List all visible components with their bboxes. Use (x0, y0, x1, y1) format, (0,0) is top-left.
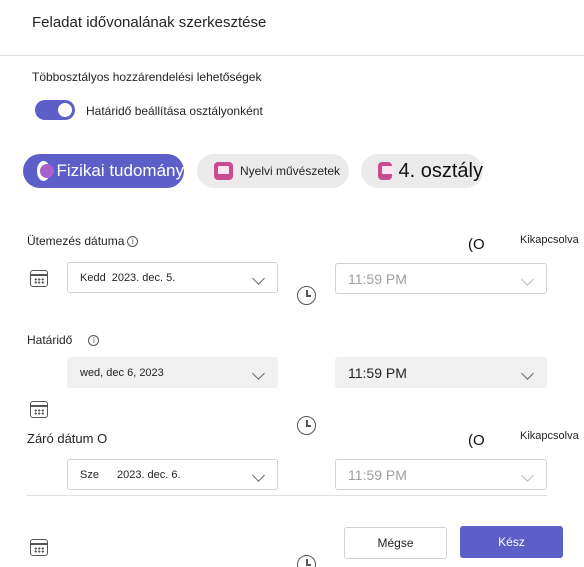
done-button[interactable]: Kész (460, 526, 563, 558)
schedule-date-label: Ütemezés dátuma i (27, 234, 139, 248)
multiclass-section-label: Többosztályos hozzárendelési lehetőségek (32, 70, 262, 84)
schedule-off-label: Kikapcsolva (520, 234, 579, 246)
due-date-picker[interactable]: wed, dec 6, 2023 (67, 357, 278, 388)
schedule-time-picker[interactable]: 11:59 PM (335, 263, 547, 294)
chevron-down-icon (252, 272, 265, 285)
close-off-label: Kikapcsolva (520, 430, 579, 442)
due-time-value: 11:59 PM (348, 364, 407, 381)
due-date-value: wed, dec 6, 2023 (80, 366, 164, 379)
schedule-date-picker[interactable]: Kedd 2023. dec. 5. (67, 262, 278, 293)
schedule-date-label-text: Ütemezés dátuma (27, 234, 125, 248)
tab-fizikai-tudomany[interactable]: Fizikai tudomány (23, 154, 184, 188)
tab-nyelvi-muveszetek[interactable]: Nyelvi művészetek (197, 154, 349, 188)
class-icon (37, 161, 55, 181)
close-toggle-mark[interactable]: (O (468, 432, 485, 449)
tab-label: Nyelvi művészetek (240, 164, 341, 178)
chevron-down-icon (252, 367, 265, 380)
clock-icon (297, 286, 316, 305)
calendar-icon (30, 539, 48, 556)
tab-label: Fizikai tudomány (56, 161, 184, 180)
chevron-down-icon (521, 469, 534, 482)
per-class-due-toggle-label: Határidő beállítása osztályonként (86, 104, 263, 118)
close-date-value: 2023. dec. 6. (116, 468, 181, 481)
cancel-button[interactable]: Mégse (344, 527, 447, 559)
close-date-label: Záró dátum O (27, 431, 108, 446)
schedule-date-day: Kedd (80, 271, 106, 284)
due-time-picker[interactable]: 11:59 PM (335, 357, 547, 388)
dialog-title: Feladat idővonalának szerkesztése (32, 14, 267, 31)
due-date-label: Határidő i (27, 333, 100, 347)
schedule-time-value: 11:59 PM (348, 270, 407, 287)
book-icon (378, 162, 393, 180)
clock-icon (297, 416, 316, 435)
due-date-label-text: Határidő (27, 333, 73, 347)
calendar-icon (30, 401, 48, 418)
schedule-date-value: 2023. dec. 5. (111, 271, 176, 284)
footer-divider (26, 495, 547, 496)
toggle-knob (58, 103, 72, 117)
schedule-toggle-mark[interactable]: (O (468, 236, 485, 253)
book-icon (214, 162, 233, 180)
tab-4-osztaly[interactable]: 4. osztály (361, 154, 483, 188)
info-icon[interactable]: i (88, 334, 100, 346)
close-time-value: 11:59 PM (348, 466, 407, 483)
clock-icon (297, 555, 316, 567)
calendar-icon (30, 270, 48, 287)
per-class-due-toggle[interactable] (35, 100, 75, 120)
header-divider (0, 55, 584, 56)
close-date-picker[interactable]: Sze 2023. dec. 6. (67, 459, 278, 490)
tab-label: 4. osztály (398, 159, 483, 182)
info-icon[interactable]: i (127, 235, 139, 247)
chevron-down-icon (521, 367, 534, 380)
close-time-picker[interactable]: 11:59 PM (335, 459, 547, 490)
chevron-down-icon (521, 273, 534, 286)
chevron-down-icon (252, 469, 265, 482)
close-date-day: Sze (80, 468, 99, 481)
